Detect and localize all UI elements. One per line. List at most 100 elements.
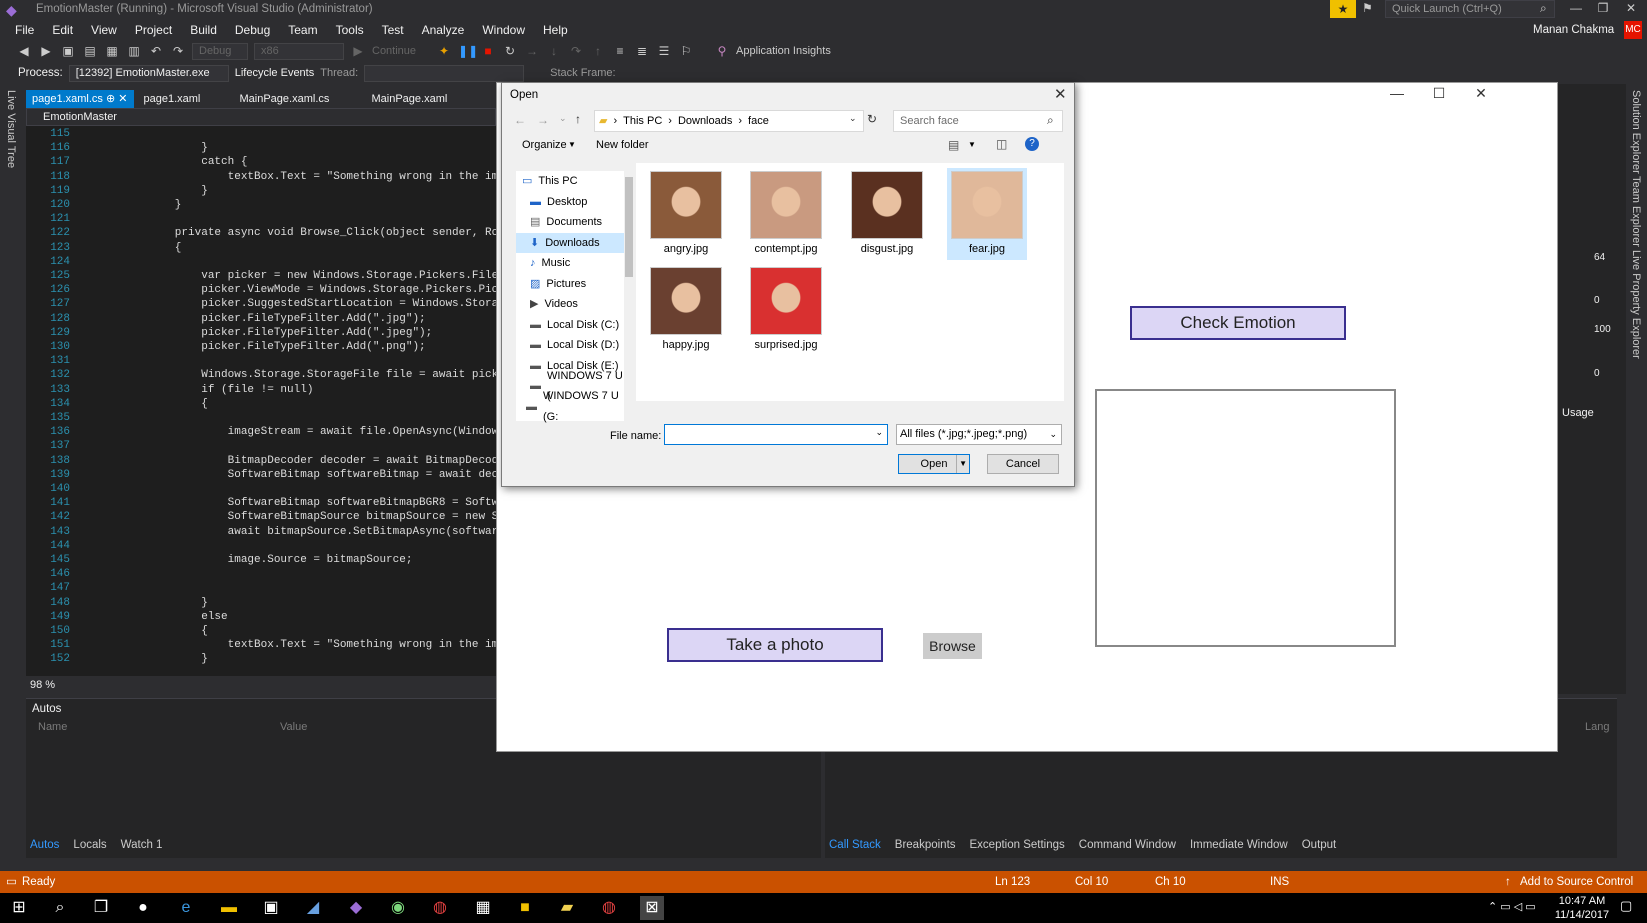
app-insights-icon[interactable]: ⚲ <box>714 43 730 59</box>
menu-help[interactable]: Help <box>534 20 577 40</box>
tab-watch-1[interactable]: Watch 1 <box>121 839 163 851</box>
taskbar-search-icon[interactable]: ⌕ <box>48 896 72 920</box>
nav-item-this-pc[interactable]: ▭ This PC <box>516 171 624 192</box>
solution-explorer-tab[interactable]: Solution Explorer <box>1630 90 1642 174</box>
save-icon[interactable]: ▦ <box>104 43 120 59</box>
comment-icon[interactable]: ☰ <box>656 43 672 59</box>
threads-icon[interactable]: ≣ <box>634 43 650 59</box>
sticky-notes-icon[interactable]: ▰ <box>555 896 579 920</box>
breadcrumb-downloads[interactable]: Downloads <box>678 111 732 131</box>
continue-button[interactable]: Continue <box>372 45 416 57</box>
file-item[interactable]: happy.jpg <box>646 264 726 356</box>
open-dropdown-icon[interactable]: ▼ <box>956 455 967 473</box>
add-to-source-control-button[interactable]: Add to Source Control <box>1520 871 1633 893</box>
step-out-icon[interactable]: ↑ <box>590 43 606 59</box>
fire-icon[interactable]: ✦ <box>436 43 452 59</box>
bookmark-icon[interactable]: ⚐ <box>678 43 694 59</box>
user-name[interactable]: Manan Chakma <box>1533 24 1614 36</box>
check-emotion-button[interactable]: Check Emotion <box>1130 306 1346 340</box>
nav-item-pictures[interactable]: ▨ Pictures <box>516 274 624 295</box>
tab-locals[interactable]: Locals <box>73 839 106 851</box>
open-button[interactable]: Open ▼ <box>898 454 970 474</box>
calendar-icon[interactable]: ▦ <box>471 896 495 920</box>
tab-breakpoints[interactable]: Breakpoints <box>895 839 956 851</box>
clock-time[interactable]: 10:47 AM <box>1552 895 1612 907</box>
back-arrow-icon[interactable]: ← <box>514 113 526 127</box>
tab-output[interactable]: Output <box>1302 839 1337 851</box>
breadcrumb-this-pc[interactable]: This PC <box>623 111 662 131</box>
menu-analyze[interactable]: Analyze <box>413 20 474 40</box>
edge-icon[interactable]: e <box>174 896 198 920</box>
cancel-button[interactable]: Cancel <box>987 454 1059 474</box>
team-explorer-tab[interactable]: Team Explorer <box>1630 176 1642 247</box>
address-dropdown-icon[interactable]: ⌄ <box>849 113 857 124</box>
recent-dropdown-icon[interactable]: ⌄ <box>559 113 567 124</box>
process-select[interactable]: [12392] EmotionMaster.exe <box>68 64 229 82</box>
close-button[interactable]: ✕ <box>1620 0 1642 18</box>
forward-arrow-icon[interactable]: → <box>537 113 549 127</box>
nav-item-windows-7-u-g[interactable]: ▬ WINDOWS 7 U (G: <box>516 390 624 423</box>
pin-icon[interactable]: ⊕ <box>106 93 115 105</box>
forward-icon[interactable]: ▶ <box>38 43 54 59</box>
nav-scrollbar[interactable] <box>624 163 634 401</box>
file-item[interactable]: fear.jpg <box>947 168 1027 260</box>
file-name-dropdown-icon[interactable]: ⌄ <box>875 427 883 438</box>
back-icon[interactable]: ◀ <box>16 43 32 59</box>
browse-button[interactable]: Browse <box>923 633 982 659</box>
project-dropdown[interactable]: EmotionMaster <box>43 111 117 123</box>
tab-mainpage-xaml[interactable]: MainPage.xaml <box>366 90 454 108</box>
live-visual-tree-tab[interactable]: Live Visual Tree <box>5 90 17 168</box>
step-into-icon[interactable]: ↓ <box>546 43 562 59</box>
refresh-icon[interactable]: ↻ <box>867 112 877 126</box>
value-column-header[interactable]: Value <box>280 721 307 733</box>
continue-icon[interactable]: ▶ <box>350 43 366 59</box>
android-studio-icon[interactable]: ◉ <box>386 896 410 920</box>
tab-autos[interactable]: Autos <box>30 839 59 851</box>
tab-page1-xaml-cs[interactable]: page1.xaml.cs ⊕ ✕ <box>26 90 134 108</box>
menu-test[interactable]: Test <box>373 20 413 40</box>
search-icon[interactable]: ⌕ <box>1540 1 1547 16</box>
clock-date[interactable]: 11/14/2017 <box>1552 909 1612 921</box>
app-minimize-button[interactable]: — <box>1377 85 1417 101</box>
stop-icon[interactable]: ■ <box>480 43 496 59</box>
tray-icons[interactable]: ⌃ ▭ ◁ ▭ <box>1488 900 1536 913</box>
undo-icon[interactable]: ↶ <box>148 43 164 59</box>
preview-pane-icon[interactable]: ◫ <box>996 137 1007 151</box>
dialog-close-button[interactable]: ✕ <box>1054 85 1067 103</box>
menu-team[interactable]: Team <box>279 20 326 40</box>
nav-item-music[interactable]: ♪ Music <box>516 253 624 274</box>
nav-scrollbar-thumb[interactable] <box>625 177 633 277</box>
nav-item-desktop[interactable]: ▬ Desktop <box>516 192 624 213</box>
menu-project[interactable]: Project <box>126 20 181 40</box>
save-all-icon[interactable]: ▥ <box>126 43 142 59</box>
lifecycle-events-button[interactable]: Lifecycle Events <box>235 67 314 79</box>
step-over-icon[interactable]: ↷ <box>568 43 584 59</box>
close-icon[interactable]: ✕ <box>118 93 127 105</box>
tab-call-stack[interactable]: Call Stack <box>829 839 881 851</box>
app-icon-3[interactable]: ■ <box>513 896 537 920</box>
nav-item-videos[interactable]: ▶ Videos <box>516 294 624 315</box>
menu-view[interactable]: View <box>82 20 126 40</box>
running-app-icon[interactable]: ⊠ <box>640 896 664 920</box>
hex-icon[interactable]: ≡ <box>612 43 628 59</box>
show-next-statement-icon[interactable]: → <box>524 43 540 59</box>
file-item[interactable]: surprised.jpg <box>746 264 826 356</box>
zoom-level[interactable]: 98 % <box>30 679 55 691</box>
chrome-icon-2[interactable]: ◍ <box>597 896 621 920</box>
up-arrow-icon[interactable]: ↑ <box>575 112 581 126</box>
view-dropdown-icon[interactable]: ▼ <box>968 140 976 149</box>
restart-icon[interactable]: ↻ <box>502 43 518 59</box>
menu-file[interactable]: File <box>6 20 43 40</box>
start-icon[interactable]: ⊞ <box>7 896 31 920</box>
redo-icon[interactable]: ↷ <box>170 43 186 59</box>
menu-debug[interactable]: Debug <box>226 20 279 40</box>
user-avatar[interactable]: MC <box>1624 21 1642 39</box>
task-view-icon[interactable]: ❐ <box>89 896 113 920</box>
store-icon[interactable]: ▣ <box>259 896 283 920</box>
tab-immediate-window[interactable]: Immediate Window <box>1190 839 1288 851</box>
view-options-icon[interactable]: ▤ <box>948 138 959 152</box>
address-bar[interactable]: ▰ › This PC › Downloads › face <box>594 110 864 132</box>
platform-select[interactable]: x86 <box>254 42 344 60</box>
notification-icon[interactable]: ⚑ <box>1362 1 1373 15</box>
live-property-explorer-tab[interactable]: Live Property Explorer <box>1630 250 1642 359</box>
